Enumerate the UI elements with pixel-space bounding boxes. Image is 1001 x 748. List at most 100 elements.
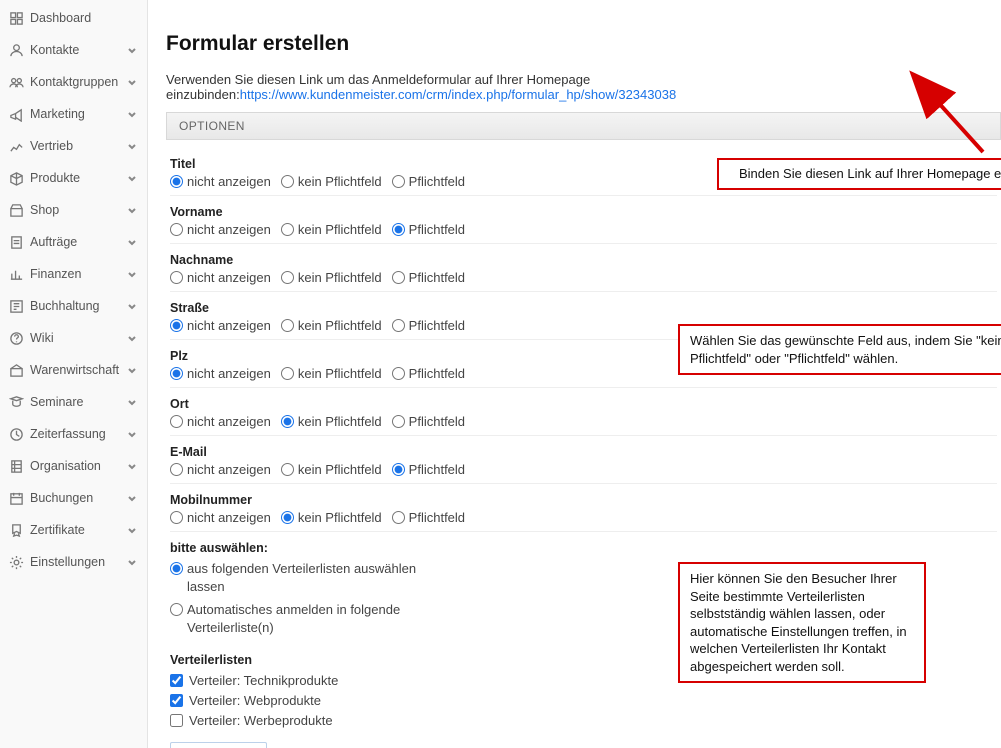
verteiler-item-2[interactable]: Verteiler: Werbeprodukte bbox=[170, 713, 997, 728]
sidebar-item-cert[interactable]: Zertifikate bbox=[0, 514, 147, 546]
save-button[interactable]: Speichern bbox=[170, 742, 267, 748]
radio-input[interactable] bbox=[170, 319, 183, 332]
radio-email-required[interactable]: Pflichtfeld bbox=[392, 462, 465, 477]
radio-email-hide[interactable]: nicht anzeigen bbox=[170, 462, 271, 477]
sidebar-item-settings[interactable]: Einstellungen bbox=[0, 546, 147, 578]
radio-input[interactable] bbox=[281, 175, 294, 188]
sidebar-item-org[interactable]: Organisation bbox=[0, 450, 147, 482]
radio-input[interactable] bbox=[392, 271, 405, 284]
radio-email-optional[interactable]: kein Pflichtfeld bbox=[281, 462, 382, 477]
radio-input[interactable] bbox=[170, 223, 183, 236]
intro-line: Verwenden Sie diesen Link um das Anmelde… bbox=[166, 72, 1001, 102]
radio-input[interactable] bbox=[170, 367, 183, 380]
sidebar-item-accounting[interactable]: Buchhaltung bbox=[0, 290, 147, 322]
radio-input[interactable] bbox=[281, 271, 294, 284]
sidebar-item-shop[interactable]: Shop bbox=[0, 194, 147, 226]
radio-label: nicht anzeigen bbox=[187, 366, 271, 381]
radio-nachname-optional[interactable]: kein Pflichtfeld bbox=[281, 270, 382, 285]
sidebar-item-sales[interactable]: Vertrieb bbox=[0, 130, 147, 162]
radio-titel-required[interactable]: Pflichtfeld bbox=[392, 174, 465, 189]
sidebar-item-inventory[interactable]: Warenwirtschaft bbox=[0, 354, 147, 386]
cert-icon bbox=[8, 522, 24, 538]
radio-input[interactable] bbox=[392, 175, 405, 188]
radio-input[interactable] bbox=[392, 463, 405, 476]
sidebar-item-label: Dashboard bbox=[30, 11, 91, 25]
radio-titel-optional[interactable]: kein Pflichtfeld bbox=[281, 174, 382, 189]
radio-input[interactable] bbox=[170, 463, 183, 476]
radio-ort-optional[interactable]: kein Pflichtfeld bbox=[281, 414, 382, 429]
radio-nachname-required[interactable]: Pflichtfeld bbox=[392, 270, 465, 285]
radio-vorname-required[interactable]: Pflichtfeld bbox=[392, 222, 465, 237]
radio-label: Pflichtfeld bbox=[409, 462, 465, 477]
radio-strasse-required[interactable]: Pflichtfeld bbox=[392, 318, 465, 333]
radio-input[interactable] bbox=[392, 367, 405, 380]
radio-input[interactable] bbox=[170, 175, 183, 188]
sidebar-item-label: Kontakte bbox=[30, 43, 79, 57]
embed-link[interactable]: https://www.kundenmeister.com/crm/index.… bbox=[240, 87, 676, 102]
field-label: Nachname bbox=[170, 253, 997, 267]
radio-input[interactable] bbox=[281, 223, 294, 236]
sidebar-item-contacts[interactable]: Kontakte bbox=[0, 34, 147, 66]
radio-input[interactable] bbox=[281, 415, 294, 428]
radio-strasse-optional[interactable]: kein Pflichtfeld bbox=[281, 318, 382, 333]
radio-mobil-optional[interactable]: kein Pflichtfeld bbox=[281, 510, 382, 525]
sidebar-item-wiki[interactable]: Wiki bbox=[0, 322, 147, 354]
radio-ort-hide[interactable]: nicht anzeigen bbox=[170, 414, 271, 429]
radio-ort-required[interactable]: Pflichtfeld bbox=[392, 414, 465, 429]
radio-mobil-required[interactable]: Pflichtfeld bbox=[392, 510, 465, 525]
radio-strasse-hide[interactable]: nicht anzeigen bbox=[170, 318, 271, 333]
list-choice-auto[interactable]: Automatisches anmelden in folgende Verte… bbox=[170, 601, 440, 636]
sidebar-item-bookings[interactable]: Buchungen bbox=[0, 482, 147, 514]
sidebar-item-finance[interactable]: Finanzen bbox=[0, 258, 147, 290]
chevron-down-icon bbox=[127, 109, 137, 119]
radio-input[interactable] bbox=[392, 319, 405, 332]
verteiler-item-1[interactable]: Verteiler: Webprodukte bbox=[170, 693, 997, 708]
list-choice-choose-label: aus folgenden Verteilerlisten auswählen … bbox=[187, 560, 440, 595]
radio-plz-hide[interactable]: nicht anzeigen bbox=[170, 366, 271, 381]
sidebar-item-orders[interactable]: Aufträge bbox=[0, 226, 147, 258]
sidebar-item-seminars[interactable]: Seminare bbox=[0, 386, 147, 418]
verteiler-checkbox[interactable] bbox=[170, 714, 183, 727]
radio-input[interactable] bbox=[392, 511, 405, 524]
radio-input[interactable] bbox=[170, 511, 183, 524]
radio-input[interactable] bbox=[170, 415, 183, 428]
radio-vorname-optional[interactable]: kein Pflichtfeld bbox=[281, 222, 382, 237]
radio-input[interactable] bbox=[281, 319, 294, 332]
radio-plz-optional[interactable]: kein Pflichtfeld bbox=[281, 366, 382, 381]
verteiler-checkbox[interactable] bbox=[170, 694, 183, 707]
field-ort: Ortnicht anzeigenkein PflichtfeldPflicht… bbox=[170, 397, 997, 436]
sidebar-item-products[interactable]: Produkte bbox=[0, 162, 147, 194]
radio-plz-required[interactable]: Pflichtfeld bbox=[392, 366, 465, 381]
field-label: E-Mail bbox=[170, 445, 997, 459]
radio-input[interactable] bbox=[392, 223, 405, 236]
dashboard-icon bbox=[8, 10, 24, 26]
list-choice-auto-radio[interactable] bbox=[170, 603, 183, 616]
chevron-down-icon bbox=[127, 45, 137, 55]
radio-input[interactable] bbox=[281, 511, 294, 524]
marketing-icon bbox=[8, 106, 24, 122]
list-choice-choose-radio[interactable] bbox=[170, 562, 183, 575]
radio-input[interactable] bbox=[170, 271, 183, 284]
radio-label: Pflichtfeld bbox=[409, 174, 465, 189]
radio-input[interactable] bbox=[392, 415, 405, 428]
sidebar-item-time[interactable]: Zeiterfassung bbox=[0, 418, 147, 450]
verteiler-checkbox[interactable] bbox=[170, 674, 183, 687]
radio-input[interactable] bbox=[281, 367, 294, 380]
sidebar-item-label: Organisation bbox=[30, 459, 101, 473]
sidebar-item-marketing[interactable]: Marketing bbox=[0, 98, 147, 130]
list-choice-choose[interactable]: aus folgenden Verteilerlisten auswählen … bbox=[170, 560, 440, 595]
radio-label: nicht anzeigen bbox=[187, 270, 271, 285]
sidebar-item-label: Wiki bbox=[30, 331, 54, 345]
callout-fields: Wählen Sie das gewünschte Feld aus, inde… bbox=[678, 324, 1001, 375]
page-title: Formular erstellen bbox=[166, 32, 1001, 56]
radio-label: kein Pflichtfeld bbox=[298, 174, 382, 189]
radio-nachname-hide[interactable]: nicht anzeigen bbox=[170, 270, 271, 285]
sidebar-item-dashboard[interactable]: Dashboard bbox=[0, 2, 147, 34]
radio-input[interactable] bbox=[281, 463, 294, 476]
radio-mobil-hide[interactable]: nicht anzeigen bbox=[170, 510, 271, 525]
sidebar-item-groups[interactable]: Kontaktgruppen bbox=[0, 66, 147, 98]
sidebar-item-label: Produkte bbox=[30, 171, 80, 185]
radio-titel-hide[interactable]: nicht anzeigen bbox=[170, 174, 271, 189]
chevron-down-icon bbox=[127, 269, 137, 279]
radio-vorname-hide[interactable]: nicht anzeigen bbox=[170, 222, 271, 237]
